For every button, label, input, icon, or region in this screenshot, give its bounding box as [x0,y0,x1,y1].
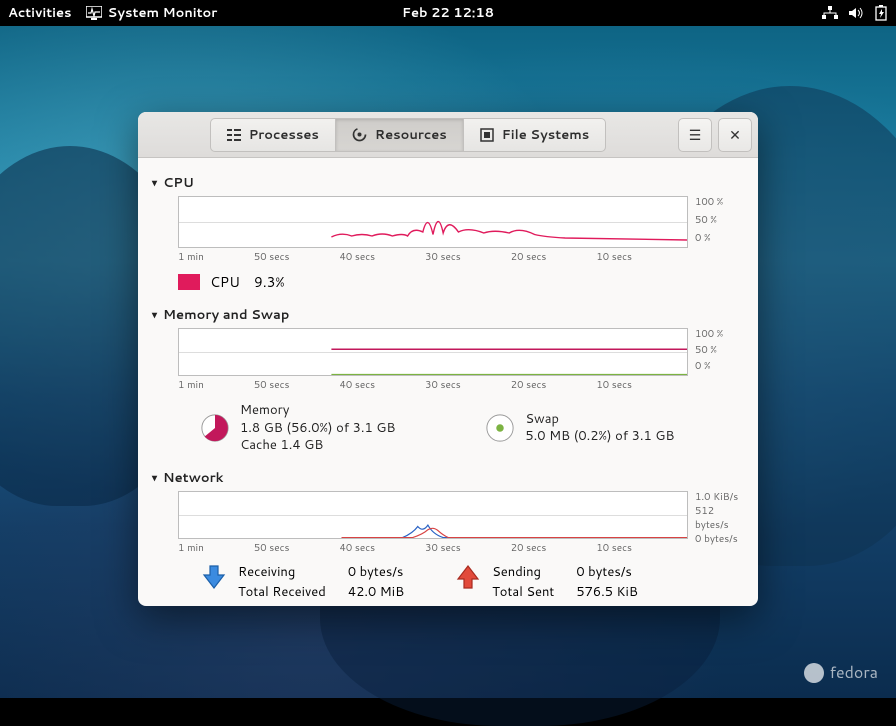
disclosure-triangle-icon: ▾ [152,176,157,190]
gnome-topbar: Activities System Monitor Feb 22 12:18 [0,0,896,26]
memory-chart: 100 % 50 % 0 % 1 min50 secs40 secs30 sec… [178,328,744,392]
app-menu[interactable]: System Monitor [86,4,218,22]
cpu-percent: 9.3% [254,272,285,292]
battery-icon[interactable] [874,5,888,21]
resources-icon [352,127,367,142]
upload-arrow-icon [454,563,482,591]
volume-icon[interactable] [848,6,864,20]
desktop-wallpaper: fedora Processes Resources File Systems … [0,26,896,698]
net-receiving: Receiving 0 bytes/s Total Received 42.0 … [200,563,404,601]
filesystems-icon [480,128,494,142]
resources-content: ▾ CPU 100 % 50 % 0 % [138,158,758,606]
network-chart: 1.0 KiB/s 512 bytes/s 0 bytes/s 1 min50 … [178,491,744,555]
disclosure-triangle-icon: ▾ [152,471,157,485]
view-switcher: Processes Resources File Systems [210,118,607,152]
network-section-header[interactable]: ▾ Network [152,469,744,487]
close-icon: ✕ [729,125,741,145]
close-button[interactable]: ✕ [718,118,752,152]
download-arrow-icon [200,563,228,591]
cpu-section-header[interactable]: ▾ CPU [152,174,744,192]
fedora-logo-icon [804,663,824,683]
memory-section-header[interactable]: ▾ Memory and Swap [152,306,744,324]
app-name: System Monitor [108,4,218,22]
memory-indicator: Memory 1.8 GB (56.0%) of 3.1 GB Cache 1.… [200,402,395,455]
processes-icon [227,128,241,142]
cpu-legend: CPU 9.3% [178,272,744,292]
memory-pie-icon [200,413,230,443]
swap-pie-icon [485,413,515,443]
system-monitor-icon [86,6,102,20]
tab-processes[interactable]: Processes [210,118,335,152]
activities-button[interactable]: Activities [8,4,72,22]
net-sending: Sending 0 bytes/s Total Sent 576.5 KiB [454,563,638,601]
tab-resources[interactable]: Resources [335,118,463,152]
menu-button[interactable]: ☰ [678,118,712,152]
system-monitor-window: Processes Resources File Systems ☰ ✕ [138,112,758,606]
cpu-chart: 100 % 50 % 0 % 1 min50 secs40 secs30 sec… [178,196,744,264]
cpu-color-swatch [178,274,200,290]
headerbar: Processes Resources File Systems ☰ ✕ [138,112,758,158]
fedora-watermark: fedora [804,661,878,684]
tab-filesystems[interactable]: File Systems [463,118,607,152]
hamburger-icon: ☰ [689,125,702,145]
disclosure-triangle-icon: ▾ [152,308,157,322]
clock[interactable]: Feb 22 12:18 [402,4,494,22]
network-icon[interactable] [822,6,838,20]
swap-indicator: Swap 5.0 MB (0.2%) of 3.1 GB [485,402,674,455]
